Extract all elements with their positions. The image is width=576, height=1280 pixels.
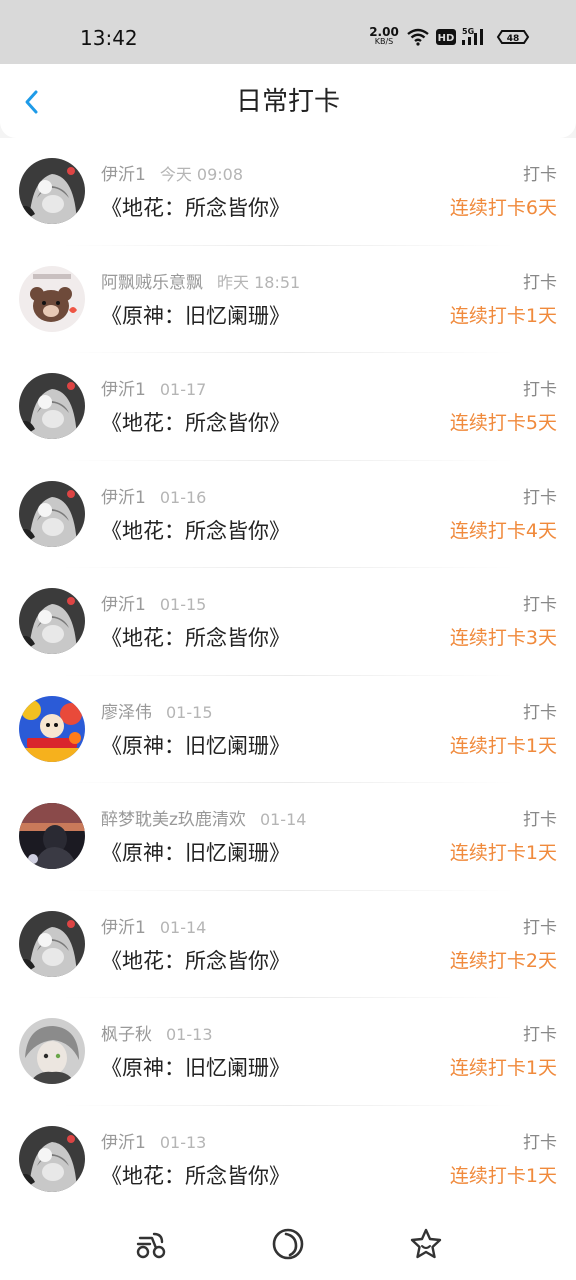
checkin-action-label: 打卡	[523, 595, 557, 615]
battery-icon: 48	[496, 30, 530, 44]
network-speed-value: 2.00	[369, 25, 399, 39]
list-item[interactable]: 伊沂1 01-15 《地花：所念皆你》 打卡 连续打卡3天	[0, 568, 576, 676]
streak-label: 连续打卡1天	[449, 1164, 557, 1187]
streak-label: 连续打卡1天	[449, 1057, 557, 1079]
timestamp: 今天 09:08	[159, 165, 244, 184]
star-face-icon[interactable]	[408, 1226, 444, 1262]
username[interactable]: 阿飘贼乐意飘	[101, 273, 203, 293]
list-item[interactable]: 廖泽伟 01-15 《原神：旧忆阑珊》 打卡 连续打卡1天	[0, 676, 576, 783]
hd-icon: HD	[436, 29, 456, 45]
avatar[interactable]	[19, 265, 85, 332]
timestamp: 01-15	[159, 595, 207, 614]
book-title[interactable]: 《地花：所念皆你》	[101, 517, 290, 545]
entry-meta: 伊沂1 01-13	[101, 1132, 206, 1154]
book-title[interactable]: 《地花：所念皆你》	[101, 624, 290, 652]
checkin-action-label: 打卡	[523, 917, 557, 938]
entry-meta: 廖泽伟 01-15	[101, 702, 213, 724]
checkin-action-label: 打卡	[523, 702, 557, 723]
checkin-action-label: 打卡	[523, 272, 557, 293]
hd-label: HD	[438, 33, 455, 44]
entry-meta: 伊沂1 01-16	[101, 487, 206, 509]
username[interactable]: 醉梦耽美z玖鹿清欢	[101, 810, 246, 830]
bottom-tab-bar	[0, 1210, 576, 1280]
top-nav-bar: 日常打卡	[0, 64, 576, 138]
checkin-action-label: 打卡	[523, 1025, 557, 1045]
list-item[interactable]: 阿飘贼乐意飘 昨天 18:51 《原神：旧忆阑珊》 打卡 连续打卡1天	[0, 246, 576, 353]
timestamp: 01-13	[166, 1025, 213, 1044]
network-speed: 2.00 KB/S	[368, 25, 400, 47]
username[interactable]: 伊沂1	[101, 1133, 146, 1153]
timestamp: 昨天 18:51	[217, 272, 301, 292]
battery-level: 48	[507, 34, 520, 44]
username[interactable]: 伊沂1	[101, 380, 146, 400]
timestamp: 01-17	[159, 380, 207, 399]
entry-meta: 枫子秋 01-13	[101, 1024, 213, 1046]
book-title[interactable]: 《原神：旧忆阑珊》	[101, 839, 290, 867]
streak-label: 连续打卡1天	[449, 842, 557, 864]
avatar[interactable]	[19, 480, 85, 547]
streak-label: 连续打卡3天	[449, 627, 557, 649]
username[interactable]: 伊沂1	[101, 595, 146, 615]
moon-icon[interactable]	[270, 1226, 306, 1262]
avatar[interactable]	[19, 695, 85, 762]
entry-meta: 伊沂1 01-15	[101, 594, 206, 616]
username[interactable]: 伊沂1	[101, 165, 146, 185]
network-type-label: 5G	[462, 27, 474, 36]
signal-5g-icon: 5G	[462, 27, 483, 45]
streak-label: 连续打卡4天	[449, 519, 557, 542]
timestamp: 01-14	[259, 810, 307, 829]
status-time: 13:42	[80, 26, 138, 50]
timestamp: 01-13	[159, 1132, 207, 1152]
list-item[interactable]: 伊沂1 今天 09:08 《地花：所念皆你》 打卡 连续打卡6天	[0, 138, 576, 246]
list-item[interactable]: 伊沂1 01-14 《地花：所念皆你》 打卡 连续打卡2天	[0, 891, 576, 998]
book-title[interactable]: 《原神：旧忆阑珊》	[101, 302, 290, 330]
list-item[interactable]: 伊沂1 01-17 《地花：所念皆你》 打卡 连续打卡5天	[0, 353, 576, 461]
avatar[interactable]	[19, 1018, 85, 1084]
list-item[interactable]: 醉梦耽美z玖鹿清欢 01-14 《原神：旧忆阑珊》 打卡 连续打卡1天	[0, 783, 576, 891]
username[interactable]: 枫子秋	[101, 1025, 152, 1045]
checkin-action-label: 打卡	[523, 810, 557, 830]
wifi-icon	[407, 28, 429, 46]
streak-label: 连续打卡1天	[449, 734, 557, 757]
book-title[interactable]: 《地花：所念皆你》	[101, 1162, 290, 1190]
checkin-action-label: 打卡	[523, 165, 557, 185]
entry-meta: 伊沂1 今天 09:08	[101, 164, 243, 186]
status-bar: 13:42 2.00 KB/S HD 5G 48	[0, 0, 576, 64]
avatar[interactable]	[19, 588, 85, 654]
list-item[interactable]: 伊沂1 01-13 《地花：所念皆你》 打卡 连续打卡1天	[0, 1106, 576, 1211]
book-title[interactable]: 《原神：旧忆阑珊》	[101, 732, 290, 760]
streak-label: 连续打卡6天	[449, 197, 557, 219]
checkin-action-label: 打卡	[523, 380, 557, 400]
entry-meta: 醉梦耽美z玖鹿清欢 01-14	[101, 809, 306, 831]
checkin-action-label: 打卡	[523, 1132, 557, 1153]
avatar[interactable]	[19, 1125, 85, 1192]
timestamp: 01-16	[159, 487, 207, 507]
timestamp: 01-14	[159, 917, 207, 937]
avatar[interactable]	[19, 910, 85, 977]
avatar[interactable]	[19, 803, 85, 869]
username[interactable]: 伊沂1	[101, 488, 146, 508]
streak-label: 连续打卡2天	[449, 949, 557, 972]
book-title[interactable]: 《地花：所念皆你》	[101, 947, 290, 975]
book-title[interactable]: 《地花：所念皆你》	[101, 409, 290, 437]
entry-meta: 伊沂1 01-14	[101, 917, 206, 939]
username[interactable]: 伊沂1	[101, 918, 146, 938]
list-item[interactable]: 伊沂1 01-16 《地花：所念皆你》 打卡 连续打卡4天	[0, 461, 576, 568]
entry-meta: 伊沂1 01-17	[101, 379, 206, 401]
streak-label: 连续打卡1天	[449, 304, 557, 327]
avatar[interactable]	[19, 158, 85, 224]
scooter-icon[interactable]	[132, 1226, 168, 1262]
book-title[interactable]: 《原神：旧忆阑珊》	[101, 1054, 290, 1082]
page-title: 日常打卡	[235, 87, 340, 117]
timestamp: 01-15	[166, 702, 213, 722]
book-title[interactable]: 《地花：所念皆你》	[101, 194, 290, 222]
checkin-list[interactable]: 伊沂1 今天 09:08 《地花：所念皆你》 打卡 连续打卡6天 阿飘贼乐意飘 昨天…	[0, 138, 576, 1210]
username[interactable]: 廖泽伟	[101, 703, 152, 723]
streak-label: 连续打卡5天	[449, 412, 557, 434]
entry-meta: 阿飘贼乐意飘 昨天 18:51	[101, 272, 300, 294]
avatar[interactable]	[19, 373, 85, 439]
checkin-action-label: 打卡	[523, 487, 557, 508]
list-item[interactable]: 枫子秋 01-13 《原神：旧忆阑珊》 打卡 连续打卡1天	[0, 998, 576, 1106]
